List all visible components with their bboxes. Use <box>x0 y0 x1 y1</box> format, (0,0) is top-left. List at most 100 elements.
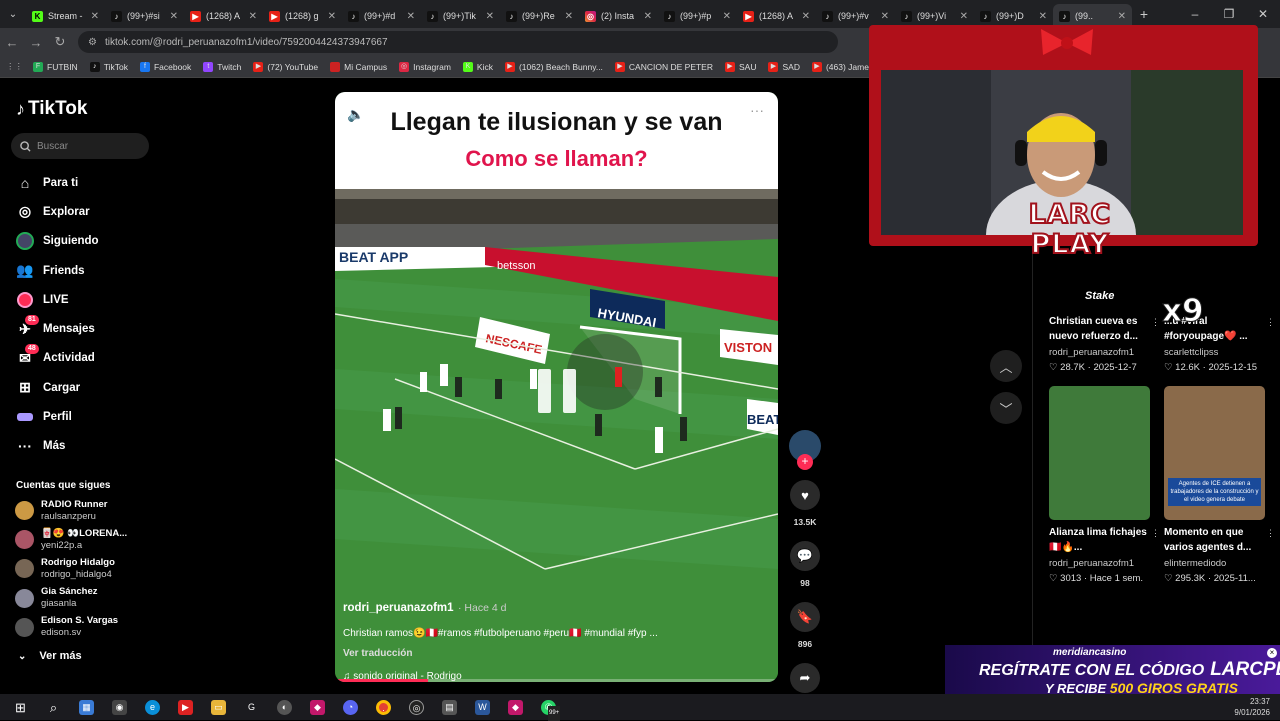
browser-tab[interactable]: ▶ (1268) A ✕ <box>737 4 816 28</box>
app-icon-4[interactable]: ◐ <box>268 694 301 720</box>
browser-tab[interactable]: ♪ (99+)#p ✕ <box>658 4 737 28</box>
bookmark-youtube[interactable]: ▶ (1062) Beach Bunny... <box>504 61 603 72</box>
video-player[interactable]: Llegan te ilusionan y se van Como se lla… <box>335 92 778 682</box>
close-icon[interactable]: × <box>1267 648 1277 658</box>
author-avatar[interactable]: + <box>789 430 821 470</box>
system-clock[interactable]: 23:37 9/01/2026 <box>1234 696 1270 718</box>
maximize-icon[interactable]: ❐ <box>1212 7 1246 21</box>
sidebar-item-actividad[interactable]: ✉ 48 Actividad <box>16 344 99 373</box>
close-tab-icon[interactable]: ✕ <box>407 11 415 22</box>
bookmark-youtube[interactable]: ▶ SAD <box>768 61 800 72</box>
close-tab-icon[interactable]: ✕ <box>802 11 810 22</box>
close-tab-icon[interactable]: ✕ <box>1118 11 1126 22</box>
close-tab-icon[interactable]: ✕ <box>1039 11 1047 22</box>
bookmark-twitch[interactable]: t Twitch <box>203 61 241 72</box>
close-tab-icon[interactable]: ✕ <box>881 11 889 22</box>
related-video-title[interactable]: Alianza lima fichajes🇵🇪🔥... <box>1049 525 1150 555</box>
sidebar-item-mensajes[interactable]: ✈ 81 Mensajes <box>16 314 99 343</box>
site-info-icon[interactable]: ⚙ <box>88 37 97 48</box>
close-tab-icon[interactable]: ✕ <box>644 11 652 22</box>
calculator-icon[interactable]: ▤ <box>433 694 466 720</box>
close-tab-icon[interactable]: ✕ <box>249 11 257 22</box>
app-icon-7[interactable]: ◆ <box>499 694 532 720</box>
app-icon-6[interactable]: ◎ <box>400 694 433 720</box>
minimize-icon[interactable]: – <box>1178 7 1212 21</box>
see-more-button[interactable]: ⌄ Ver más <box>18 650 82 662</box>
apps-grid-icon[interactable]: ⋮⋮ <box>6 61 23 72</box>
share-icon[interactable]: ➦ <box>790 663 820 693</box>
app-icon-1[interactable]: ◉ <box>103 694 136 720</box>
video-thumbnail[interactable]: Agentes de ICE detienen a trabajadores d… <box>1164 386 1265 520</box>
more-options-icon[interactable]: ··· <box>750 102 764 118</box>
more-options-icon[interactable]: ⋮ <box>1151 317 1160 328</box>
bookmark-youtube[interactable]: ▶ (72) YouTube <box>253 61 318 72</box>
sidebar-item-siguiendo[interactable]: Siguiendo <box>16 227 99 256</box>
following-account[interactable]: Rodrigo Hidalgo rodrigo_hidalgo4 <box>15 554 127 583</box>
browser-tab[interactable]: ♪ (99+)Re ✕ <box>500 4 579 28</box>
bookmark-kick[interactable]: K Kick <box>462 61 493 72</box>
related-video-title[interactable]: Momento en que varios agentes d... <box>1164 525 1265 555</box>
following-account[interactable]: 🀄😍 👀LORENA... yeni22p.a <box>15 525 127 554</box>
video-thumbnail[interactable] <box>1049 386 1150 520</box>
close-window-icon[interactable]: ✕ <box>1246 7 1280 21</box>
close-tab-icon[interactable]: ✕ <box>91 11 99 22</box>
browser-tab[interactable]: ♪ (99+)#si ✕ <box>105 4 184 28</box>
bookmark-facebook[interactable]: f Facebook <box>139 61 191 72</box>
see-translation-link[interactable]: Ver traducción <box>343 648 763 659</box>
browser-tab[interactable]: K Stream - ✕ <box>26 4 105 28</box>
bookmark-instagram[interactable]: ◎ Instagram <box>399 61 451 72</box>
related-video[interactable]: Alianza lima fichajes🇵🇪🔥... rodri_peruana… <box>1049 386 1160 584</box>
browser-tab[interactable]: ▶ (1268) g ✕ <box>263 4 342 28</box>
sidebar-item-cargar[interactable]: ⊞ Cargar <box>16 373 99 402</box>
search-taskbar-icon[interactable]: ⌕ <box>37 694 70 720</box>
bookmark-youtube[interactable]: ▶ SAU <box>725 61 756 72</box>
sidebar-item-explorar[interactable]: ◎ Explorar <box>16 197 99 226</box>
chrome-icon[interactable]: · <box>367 694 400 720</box>
sidebar-item-live[interactable]: LIVE <box>16 285 99 314</box>
bookmark-icon[interactable]: 🔖 <box>790 602 820 632</box>
following-account[interactable]: Gia Sánchez giasanla <box>15 584 127 613</box>
sidebar-item-friends[interactable]: 👥 Friends <box>16 256 99 285</box>
search-input[interactable] <box>37 140 137 152</box>
close-tab-icon[interactable]: ✕ <box>486 11 494 22</box>
tab-search-icon[interactable]: ⌄ <box>0 0 26 28</box>
close-tab-icon[interactable]: ✕ <box>723 11 731 22</box>
browser-tab[interactable]: ♪ (99+)Tik ✕ <box>421 4 500 28</box>
sidebar-item-perfil[interactable]: Perfil <box>16 402 99 431</box>
back-icon[interactable]: ← <box>0 35 24 50</box>
new-tab-button[interactable]: + <box>1132 6 1156 22</box>
word-icon[interactable]: W <box>466 694 499 720</box>
file-explorer-icon[interactable]: ▭ <box>202 694 235 720</box>
bookmark-youtube[interactable]: ▶ CANCION DE PETER <box>614 61 713 72</box>
app-icon-2[interactable]: ▶ <box>169 694 202 720</box>
close-tab-icon[interactable]: ✕ <box>960 11 968 22</box>
tiktok-logo[interactable]: ♪ TikTok <box>16 98 87 120</box>
comment-icon[interactable]: 💬 <box>790 541 820 571</box>
sidebar-item-más[interactable]: ··· Más <box>16 432 99 461</box>
bookmark-tiktok[interactable]: ♪ TikTok <box>89 61 128 72</box>
browser-tab[interactable]: ◎ (2) Insta ✕ <box>579 4 658 28</box>
following-account[interactable]: Edison S. Vargas edison.sv <box>15 613 127 642</box>
app-icon-5[interactable]: ◆ <box>301 694 334 720</box>
next-video-button[interactable]: ﹀ <box>990 392 1022 424</box>
close-tab-icon[interactable]: ✕ <box>328 11 336 22</box>
more-options-icon[interactable]: ⋮ <box>1266 528 1275 539</box>
volume-icon[interactable]: 🔈 <box>347 106 364 123</box>
video-progress-bar[interactable] <box>335 679 778 682</box>
store-icon[interactable]: ▦ <box>70 694 103 720</box>
discord-icon[interactable]: ◔ <box>334 694 367 720</box>
more-options-icon[interactable]: ⋮ <box>1266 317 1275 328</box>
related-video-author[interactable]: scarlettclipss <box>1164 347 1265 358</box>
previous-video-button[interactable]: ︿ <box>990 350 1022 382</box>
search-box[interactable] <box>11 133 149 159</box>
related-video-author[interactable]: rodri_peruanazofm1 <box>1049 347 1150 358</box>
windows-start-icon[interactable]: ⊞ <box>4 694 37 720</box>
video-description[interactable]: Christian ramos😉🇵🇪#ramos #futbolperuano … <box>343 628 763 639</box>
whatsapp-icon[interactable]: ✆99+ <box>532 694 565 721</box>
app-icon-3[interactable]: G <box>235 694 268 720</box>
related-video[interactable]: Agentes de ICE detienen a trabajadores d… <box>1164 386 1275 584</box>
browser-tab[interactable]: ♪ (99+)#d ✕ <box>342 4 421 28</box>
close-tab-icon[interactable]: ✕ <box>170 11 178 22</box>
following-account[interactable]: RADIO Runner raulsanzperu <box>15 496 127 525</box>
url-field[interactable]: ⚙ tiktok.com/@rodri_peruanazofm1/video/7… <box>78 31 838 53</box>
